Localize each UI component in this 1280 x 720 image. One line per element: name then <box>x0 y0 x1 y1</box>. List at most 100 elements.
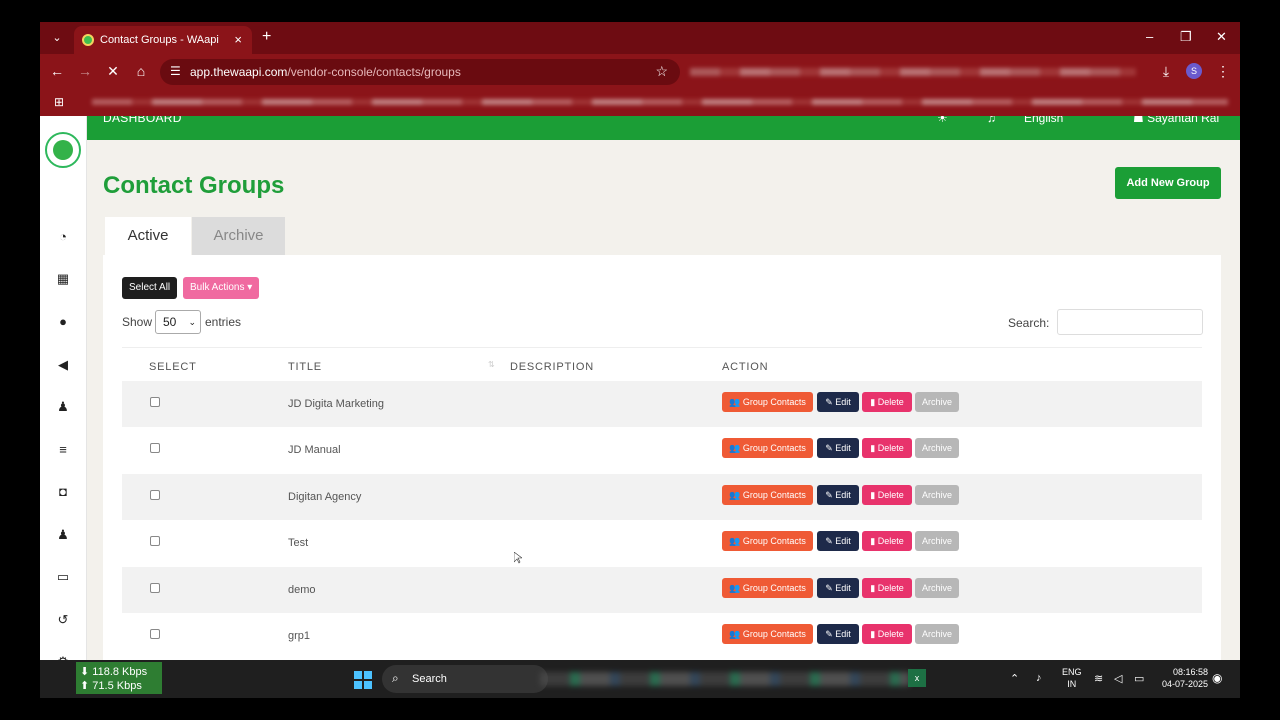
bot-robot-icon[interactable]: ◘ <box>54 485 72 499</box>
theme-sun-icon[interactable]: ☀ <box>937 116 948 125</box>
taskbar-search[interactable]: ⌕ Search <box>382 665 548 693</box>
battery-icon[interactable]: ▭ <box>1134 672 1144 685</box>
row-select-checkbox[interactable] <box>150 536 160 547</box>
tray-overflow-icon[interactable]: ⌃ <box>1010 672 1019 685</box>
users-icon: 👥 <box>729 397 741 407</box>
wifi-icon[interactable]: ≋ <box>1094 672 1103 685</box>
edit-button[interactable]: ✎ Edit <box>817 438 859 459</box>
edit-button[interactable]: ✎ Edit <box>817 484 859 505</box>
group-contacts-button[interactable]: 👥 Group Contacts <box>722 531 813 552</box>
team-users-icon[interactable]: ♟ <box>54 528 72 542</box>
user-name: Sayantan Rai <box>1147 116 1220 125</box>
column-description[interactable]: DESCRIPTION <box>510 361 594 373</box>
archive-button[interactable]: Archive <box>915 438 959 459</box>
edit-button[interactable]: ✎ Edit <box>817 531 859 552</box>
forward-icon[interactable]: → <box>76 63 94 79</box>
group-contacts-button[interactable]: 👥 Group Contacts <box>722 392 813 412</box>
volume-icon[interactable]: ◁ <box>1114 672 1122 685</box>
search-input[interactable] <box>1057 309 1203 335</box>
entries-select[interactable]: 50 ⌄ <box>155 310 201 334</box>
bookmarks-bar: ⊞ <box>40 90 1240 116</box>
column-title[interactable]: TITLE <box>288 361 322 373</box>
archive-button[interactable]: Archive <box>915 577 959 598</box>
row-select-checkbox[interactable] <box>150 489 160 500</box>
dashboard-link[interactable]: DASHBOARD <box>103 116 182 125</box>
archive-button[interactable]: Archive <box>915 624 959 644</box>
qr-code-icon[interactable]: ▦ <box>54 272 72 286</box>
tab-search-chevron-icon[interactable]: ⌄ <box>48 29 66 47</box>
new-tab-button[interactable]: + <box>262 28 271 46</box>
row-title: Digitan Agency <box>288 490 362 503</box>
entries-label: entries <box>205 315 242 329</box>
tab-close-icon[interactable]: × <box>234 32 242 47</box>
show-label: Show <box>122 315 153 329</box>
add-new-group-button[interactable]: Add New Group <box>1115 167 1221 199</box>
edit-button[interactable]: ✎ Edit <box>817 577 859 598</box>
row-select-checkbox[interactable] <box>150 397 160 407</box>
minimize-icon[interactable]: – <box>1146 29 1153 44</box>
row-select-checkbox[interactable] <box>150 443 160 454</box>
stop-loading-icon[interactable]: ✕ <box>104 63 122 80</box>
templates-layers-icon[interactable]: ≡ <box>54 443 72 457</box>
bulk-actions-label: Bulk Actions <box>190 282 245 293</box>
edit-button[interactable]: ✎ Edit <box>817 624 859 644</box>
archive-button[interactable]: Archive <box>915 392 959 412</box>
column-select[interactable]: SELECT <box>149 361 197 373</box>
group-contacts-button[interactable]: 👥 Group Contacts <box>722 484 813 505</box>
language-indicator[interactable]: ENG IN <box>1062 666 1082 690</box>
address-bar[interactable]: ☰ app.thewaapi.com/vendor-console/contac… <box>160 59 680 85</box>
notification-center-icon[interactable]: ◉ <box>1212 671 1222 685</box>
archive-button[interactable]: Archive <box>915 531 959 552</box>
windows-start-icon[interactable] <box>354 671 372 689</box>
waapi-logo[interactable] <box>45 132 81 168</box>
browser-menu-icon[interactable]: ⋮ <box>1214 63 1232 80</box>
delete-button[interactable]: ▮ Delete <box>862 531 912 552</box>
profile-avatar[interactable]: S <box>1186 63 1202 79</box>
chevron-down-icon: ⌄ <box>188 317 196 327</box>
bookmark-star-icon[interactable]: ☆ <box>655 63 668 80</box>
language-selector[interactable]: English <box>1024 116 1063 125</box>
restore-icon[interactable]: ❐ <box>1180 29 1192 45</box>
row-title: demo <box>288 583 316 596</box>
net-down: ⬇ 118.8 Kbps <box>80 666 148 678</box>
tab-archive[interactable]: Archive <box>192 217 285 255</box>
campaign-megaphone-icon[interactable]: ◀ <box>54 358 72 372</box>
tab-active[interactable]: Active <box>105 217 191 255</box>
bulk-actions-dropdown[interactable]: Bulk Actions ▾ <box>183 277 260 299</box>
browser-tab-active[interactable]: Contact Groups - WAapi × <box>74 26 252 54</box>
group-contacts-button[interactable]: 👥 Group Contacts <box>722 624 813 644</box>
group-contacts-button[interactable]: 👥 Group Contacts <box>722 438 813 459</box>
apps-grid-icon[interactable]: ⊞ <box>54 95 64 109</box>
chat-icon[interactable]: ● <box>54 315 72 329</box>
clock[interactable]: 08:16:58 04-07-2025 <box>1156 666 1208 690</box>
group-contacts-button[interactable]: 👥 Group Contacts <box>722 577 813 598</box>
row-select-checkbox[interactable] <box>150 582 160 593</box>
delete-button[interactable]: ▮ Delete <box>862 484 912 505</box>
row-select-checkbox[interactable] <box>150 629 160 639</box>
microphone-icon[interactable]: ♪ <box>1036 672 1042 684</box>
dashboard-icon[interactable]: ◔ <box>54 230 72 244</box>
edit-icon: ✎ <box>825 536 833 547</box>
blurred-bookmarks <box>92 99 1228 105</box>
home-icon[interactable]: ⌂ <box>132 63 150 79</box>
delete-button[interactable]: ▮ Delete <box>862 577 912 598</box>
billing-card-icon[interactable]: ▭ <box>54 570 72 584</box>
table-row: Test 👥 Group Contacts ✎ Edit ▮ Delete Archiv… <box>122 520 1202 567</box>
delete-button[interactable]: ▮ Delete <box>862 438 912 459</box>
notifications-bell-icon[interactable]: ♫ <box>987 116 996 125</box>
delete-button[interactable]: ▮ Delete <box>862 392 912 412</box>
archive-button[interactable]: Archive <box>915 484 959 505</box>
download-icon[interactable]: ⤓ <box>1157 63 1175 80</box>
back-icon[interactable]: ← <box>48 63 66 79</box>
table-row: demo 👥 Group Contacts ✎ Edit ▮ Delete Archiv… <box>122 566 1202 613</box>
contacts-users-icon[interactable]: ♟ <box>54 400 72 414</box>
delete-button[interactable]: ▮ Delete <box>862 624 912 644</box>
select-all-button[interactable]: Select All <box>122 277 178 299</box>
sort-icon[interactable]: ⇅ <box>488 360 495 369</box>
history-icon[interactable]: ↺ <box>54 613 72 627</box>
user-menu[interactable]: ☗ Sayantan Rai <box>1133 116 1219 125</box>
close-window-icon[interactable]: ✕ <box>1216 29 1227 45</box>
excel-app-icon[interactable]: x <box>908 669 926 687</box>
edit-button[interactable]: ✎ Edit <box>817 392 859 412</box>
site-info-icon[interactable]: ☰ <box>170 64 181 78</box>
